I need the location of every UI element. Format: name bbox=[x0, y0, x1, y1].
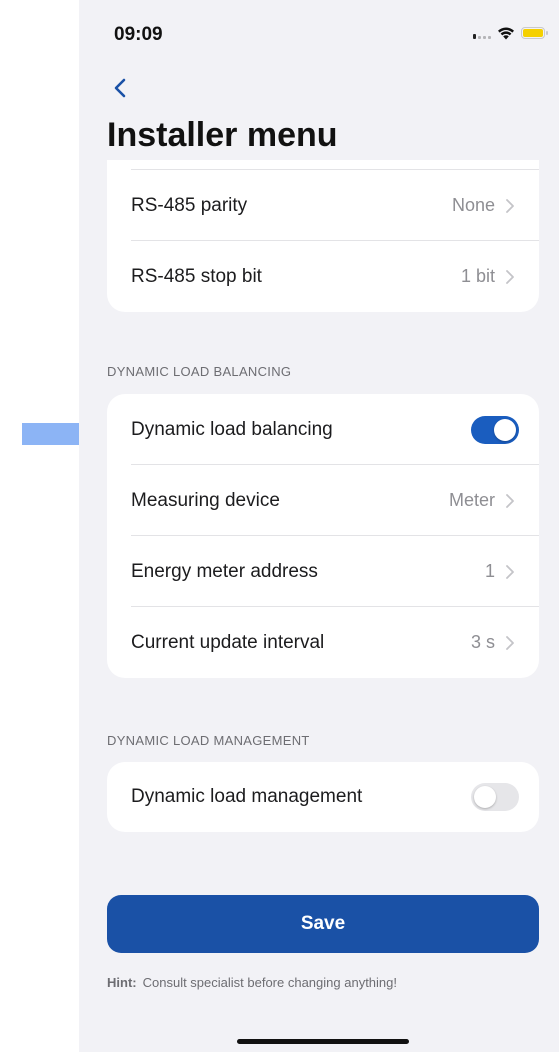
section-header-dynamic-load-balancing: DYNAMIC LOAD BALANCING bbox=[107, 364, 292, 379]
dynamic-load-balancing-toggle[interactable] bbox=[471, 415, 519, 444]
row-rs485-stop-bit[interactable]: RS-485 stop bit 1 bit bbox=[107, 241, 539, 312]
wifi-icon bbox=[498, 27, 514, 40]
home-indicator[interactable] bbox=[237, 1039, 409, 1044]
battery-icon bbox=[521, 27, 548, 39]
row-rs485-parity[interactable]: RS-485 parity None bbox=[107, 170, 539, 241]
save-button[interactable]: Save bbox=[107, 895, 539, 953]
hint-label: Hint: bbox=[107, 975, 137, 990]
status-bar: 09:09 bbox=[79, 0, 559, 70]
status-time: 09:09 bbox=[114, 24, 163, 45]
row-label: RS-485 parity bbox=[131, 194, 248, 216]
phone-screen: 09:09 Installer menu RS-485 parity None … bbox=[79, 0, 559, 1052]
dynamic-load-management-toggle[interactable] bbox=[471, 783, 519, 811]
cellular-signal-icon bbox=[473, 27, 491, 39]
row-label: Dynamic load balancing bbox=[131, 418, 333, 440]
row-value: 3 s bbox=[470, 632, 495, 652]
row-current-update-interval[interactable]: Current update interval 3 s bbox=[107, 607, 539, 678]
row-label: RS-485 stop bit bbox=[131, 265, 262, 287]
dynamic-load-balancing-card: Dynamic load balancing Measuring device … bbox=[107, 394, 539, 678]
dynamic-load-management-card: Dynamic load management bbox=[107, 762, 539, 832]
row-label: Current update interval bbox=[131, 631, 325, 653]
page-title: Installer menu bbox=[107, 116, 338, 154]
chevron-right-icon bbox=[506, 493, 514, 508]
chevron-right-icon bbox=[506, 269, 514, 284]
row-dynamic-load-management: Dynamic load management bbox=[107, 762, 539, 832]
chevron-right-icon bbox=[506, 635, 514, 650]
section-header-dynamic-load-management: DYNAMIC LOAD MANAGEMENT bbox=[107, 733, 310, 748]
row-value: 1 bbox=[484, 561, 495, 581]
toggle-knob bbox=[494, 418, 516, 441]
row-measuring-device[interactable]: Measuring device Meter bbox=[107, 465, 539, 536]
chevron-right-icon bbox=[506, 198, 514, 213]
row-label: Dynamic load management bbox=[131, 786, 363, 807]
chevron-right-icon bbox=[506, 564, 514, 579]
row-dynamic-load-balancing: Dynamic load balancing bbox=[107, 394, 539, 465]
rs485-settings-card: RS-485 parity None RS-485 stop bit 1 bit bbox=[107, 160, 539, 312]
row-energy-meter-address[interactable]: Energy meter address 1 bbox=[107, 536, 539, 607]
status-icons bbox=[473, 26, 548, 40]
hint-text: Consult specialist before changing anyth… bbox=[142, 975, 397, 990]
chevron-left-icon bbox=[114, 78, 126, 98]
row-label: Measuring device bbox=[131, 489, 280, 511]
row-value: None bbox=[451, 195, 495, 215]
hint: Hint: Consult specialist before changing … bbox=[107, 975, 397, 990]
toggle-knob bbox=[474, 786, 496, 808]
row-value: 1 bit bbox=[460, 266, 495, 286]
back-button[interactable] bbox=[107, 74, 135, 102]
row-value: Meter bbox=[448, 490, 495, 510]
row-label: Energy meter address bbox=[131, 560, 318, 582]
